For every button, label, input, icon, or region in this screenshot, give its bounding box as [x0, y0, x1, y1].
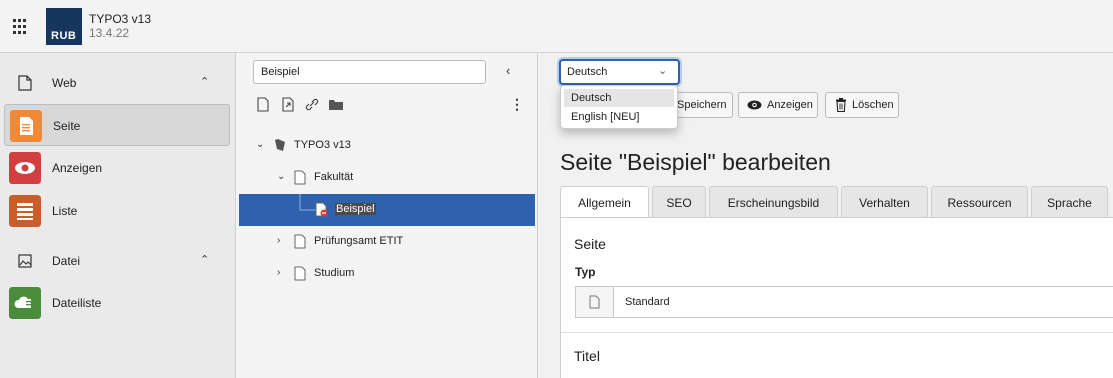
tab-label: SEO: [666, 196, 692, 210]
tab-sprache[interactable]: Sprache: [1031, 186, 1108, 218]
language-select-value: Deutsch: [567, 66, 608, 78]
view-button-label: Anzeigen: [767, 99, 813, 111]
tab-seo[interactable]: SEO: [652, 186, 706, 218]
tab-label: Erscheinungsbild: [727, 196, 820, 210]
page-icon: [294, 170, 306, 185]
logo-text: RUB: [51, 30, 77, 42]
content-area: Deutsch ⌄ Speichern Anzeigen Löschen Deu…: [538, 53, 1113, 378]
tree-node-label: Studium: [314, 267, 355, 279]
chevron-up-icon[interactable]: ⌃: [200, 253, 209, 266]
module-item-dateiliste[interactable]: Dateiliste: [4, 282, 230, 324]
page-module-icon: [10, 110, 42, 142]
tree-node[interactable]: ⌄ Fakultät: [239, 162, 535, 194]
page-type-select[interactable]: Standard: [575, 286, 1113, 318]
module-item-anzeigen[interactable]: Anzeigen: [4, 147, 230, 189]
module-item-label: Anzeigen: [52, 161, 103, 175]
page-icon: [294, 234, 306, 249]
delete-button[interactable]: Löschen: [825, 92, 899, 118]
delete-button-label: Löschen: [852, 99, 894, 111]
module-item-seite[interactable]: Seite: [4, 104, 230, 146]
top-bar: RUB TYPO3 v13 13.4.22: [0, 0, 1113, 53]
typo3-logo-icon: [275, 139, 285, 151]
page-shortcut-icon[interactable]: [281, 97, 295, 112]
chevron-up-icon[interactable]: ⌃: [200, 75, 209, 88]
module-menu: Web ⌃ Seite Anzeigen Liste Datei ⌃ Datei…: [0, 53, 236, 378]
module-group-web[interactable]: Web ⌃: [0, 68, 236, 98]
module-item-liste[interactable]: Liste: [4, 190, 230, 232]
new-page-icon[interactable]: [256, 97, 270, 112]
tab-label: Allgemein: [578, 196, 631, 210]
chevron-right-icon[interactable]: ›: [277, 267, 280, 278]
view-button[interactable]: Anzeigen: [738, 92, 818, 118]
site-version: 13.4.22: [89, 26, 130, 40]
chevron-down-icon[interactable]: ⌄: [277, 171, 285, 182]
page-outline-icon: [18, 75, 32, 91]
tree-node-label: TYPO3 v13: [294, 139, 351, 151]
chevron-down-icon[interactable]: ⌄: [256, 139, 264, 150]
site-name: TYPO3 v13: [89, 12, 152, 26]
cloud-files-icon: [9, 287, 41, 319]
eye-icon: [9, 152, 41, 184]
divider: [561, 332, 1113, 333]
tree-search-input[interactable]: [253, 60, 486, 84]
module-group-datei[interactable]: Datei ⌃: [0, 246, 236, 276]
folder-icon[interactable]: [328, 97, 344, 112]
image-icon: [18, 254, 32, 268]
tree-node[interactable]: › Prüfungsamt ETIT: [239, 226, 535, 258]
eye-icon: [747, 100, 762, 110]
section-title: Titel: [574, 348, 600, 364]
tab-label: Ressourcen: [947, 196, 1012, 210]
tree-node-selected[interactable]: Beispiel: [239, 194, 535, 226]
page-outline-icon: [589, 295, 600, 309]
collapse-tree-icon[interactable]: ‹: [506, 63, 510, 78]
module-group-label: Datei: [52, 254, 81, 268]
field-icon-box: [576, 287, 614, 317]
language-option[interactable]: Deutsch: [564, 89, 674, 107]
app-grid-icon[interactable]: [13, 19, 29, 35]
tree-node[interactable]: › Studium: [239, 258, 535, 290]
editor-tabs: Allgemein SEO Erscheinungsbild Verhalten…: [560, 186, 1113, 219]
page-title: Seite "Beispiel" bearbeiten: [560, 149, 831, 175]
list-icon: [9, 195, 41, 227]
language-option[interactable]: English [NEU]: [564, 108, 674, 126]
language-select[interactable]: Deutsch ⌄: [559, 59, 680, 85]
module-item-label: Seite: [53, 119, 81, 133]
tab-ressourcen[interactable]: Ressourcen: [931, 186, 1028, 218]
page-tree: ‹ ⋮ ⌄ TYPO3 v13 ⌄ Fakultät: [236, 53, 538, 378]
tree-node-label: Fakultät: [314, 171, 354, 183]
tab-label: Verhalten: [859, 196, 910, 210]
chevron-down-icon: ⌄: [658, 65, 668, 77]
more-options-icon[interactable]: ⋮: [510, 96, 524, 113]
tree-node-label: Beispiel: [335, 203, 376, 215]
section-title: Seite: [574, 236, 606, 252]
tab-allgemein[interactable]: Allgemein: [560, 186, 649, 219]
site-logo[interactable]: RUB: [46, 8, 82, 45]
chevron-right-icon[interactable]: ›: [277, 235, 280, 246]
module-item-label: Liste: [52, 204, 78, 218]
tab-erscheinungsbild[interactable]: Erscheinungsbild: [709, 186, 838, 218]
tree-node[interactable]: ⌄ TYPO3 v13: [239, 130, 535, 162]
tab-verhalten[interactable]: Verhalten: [841, 186, 928, 218]
link-icon[interactable]: [305, 97, 319, 112]
language-dropdown: Deutsch English [NEU]: [560, 85, 678, 129]
page-icon: [294, 266, 306, 281]
page-type-value: Standard: [625, 296, 670, 308]
trash-icon: [836, 98, 846, 112]
module-group-label: Web: [52, 76, 77, 90]
field-label: Typ: [575, 265, 596, 279]
module-item-label: Dateiliste: [52, 296, 102, 310]
tab-label: Sprache: [1047, 196, 1092, 210]
page-hidden-icon: [315, 202, 328, 217]
save-button-label: Speichern: [677, 99, 727, 111]
tab-panel-allgemein: Seite Typ Standard Titel: [560, 217, 1113, 378]
tree-node-label: Prüfungsamt ETIT: [314, 235, 404, 247]
